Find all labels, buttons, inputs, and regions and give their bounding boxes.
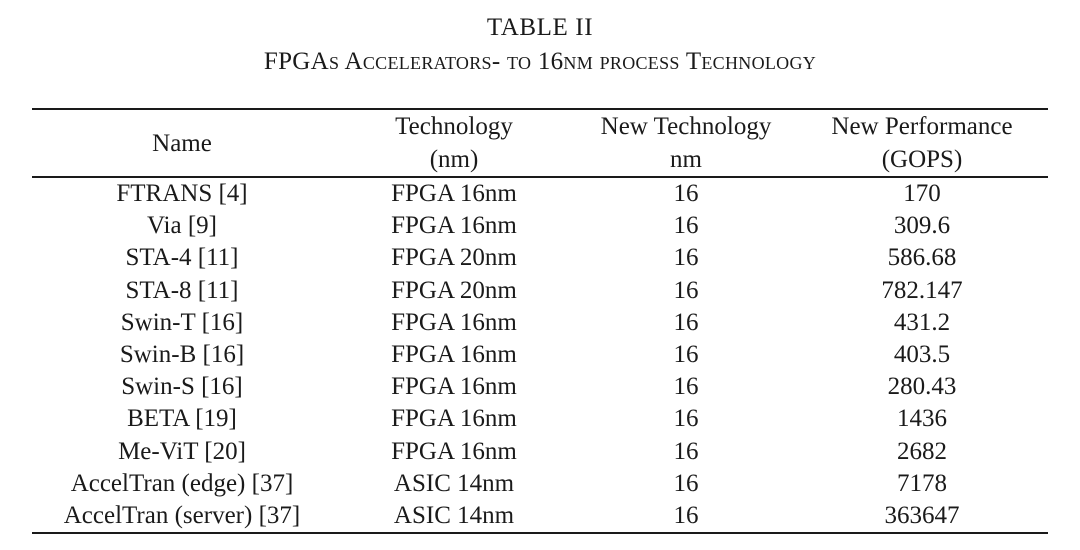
- cell-technology: ASIC 14nm: [393, 502, 515, 530]
- cell-name: Me-ViT [20]: [118, 437, 246, 465]
- cell-technology: FPGA 20nm: [391, 244, 517, 272]
- cell-new-performance: 363647: [884, 502, 960, 530]
- column-header-new-performance-line2: (GOPS): [881, 146, 963, 173]
- table-title-label: FPGAs Accelerators- to 16nm process Tech…: [263, 48, 817, 75]
- column-header-technology-line2: (nm): [429, 146, 479, 173]
- table-number-label: TABLE II: [486, 14, 594, 41]
- cell-new-technology: 16: [673, 276, 699, 304]
- cell-new-performance: 309.6: [893, 212, 951, 240]
- column-header-new-performance: New Performance (GOPS): [796, 110, 1048, 176]
- cell-name: AccelTran (edge) [37]: [70, 469, 294, 497]
- cell-new-technology: 16: [673, 244, 699, 272]
- cell-technology: FPGA 16nm: [391, 405, 517, 433]
- table-row: Via [9] FPGA 16nm 16 309.6: [32, 210, 1048, 242]
- accelerators-table: Name Technology (nm) New Technology nm N…: [32, 110, 1048, 176]
- cell-new-technology: 16: [673, 502, 699, 530]
- cell-new-technology: 16: [673, 469, 699, 497]
- table-row: AccelTran (edge) [37] ASIC 14nm 16 7178: [32, 468, 1048, 500]
- cell-name: STA-8 [11]: [125, 276, 239, 304]
- table-row: Swin-B [16] FPGA 16nm 16 403.5: [32, 339, 1048, 371]
- cell-technology: FPGA 16nm: [391, 437, 517, 465]
- column-header-technology-line1: Technology: [395, 113, 513, 140]
- table-row: AccelTran (server) [37] ASIC 14nm 16 363647: [32, 500, 1048, 532]
- cell-name: FTRANS [4]: [116, 180, 248, 207]
- cell-new-performance: 7178: [897, 469, 947, 497]
- table-container: Name Technology (nm) New Technology nm N…: [32, 108, 1048, 535]
- cell-name: AccelTran (server) [37]: [63, 502, 301, 530]
- cell-new-technology: 16: [673, 373, 699, 401]
- cell-technology: FPGA 16nm: [391, 341, 517, 369]
- cell-new-technology: 16: [673, 437, 699, 465]
- table-page: TABLE II FPGAs Accelerators- to 16nm pro…: [0, 0, 1080, 550]
- cell-new-performance: 431.2: [893, 308, 951, 336]
- cell-technology: FPGA 16nm: [391, 373, 517, 401]
- table-row: BETA [19] FPGA 16nm 16 1436: [32, 403, 1048, 435]
- table-body: FTRANS [4] FPGA 16nm 16 170 Via [9] FPGA 16nm…: [32, 178, 1048, 532]
- cell-new-technology: 16: [673, 212, 699, 240]
- cell-technology: FPGA 20nm: [391, 276, 517, 304]
- cell-name: Swin-B [16]: [119, 341, 245, 369]
- cell-name: STA-4 [11]: [125, 244, 239, 272]
- cell-new-performance: 586.68: [887, 244, 957, 272]
- column-header-new-technology-line1: New Technology: [600, 113, 772, 140]
- table-row: Swin-T [16] FPGA 16nm 16 431.2: [32, 307, 1048, 339]
- column-header-name: Name: [32, 110, 332, 176]
- cell-technology: FPGA 16nm: [391, 308, 517, 336]
- cell-new-technology: 16: [673, 405, 699, 433]
- cell-name: BETA [19]: [127, 405, 237, 433]
- table-row: FTRANS [4] FPGA 16nm 16 170: [32, 178, 1048, 210]
- column-header-technology: Technology (nm): [332, 110, 576, 176]
- cell-new-technology: 16: [673, 341, 699, 369]
- table-row: STA-8 [11] FPGA 20nm 16 782.147: [32, 275, 1048, 307]
- cell-new-technology: 16: [673, 180, 699, 207]
- column-header-name-line1: Name: [152, 129, 212, 157]
- table-header: Name Technology (nm) New Technology nm N…: [32, 110, 1048, 176]
- table-row: Swin-S [16] FPGA 16nm 16 280.43: [32, 371, 1048, 403]
- cell-name: Swin-S [16]: [121, 373, 243, 401]
- cell-technology: FPGA 16nm: [391, 180, 517, 207]
- column-header-new-technology-line2: nm: [670, 146, 702, 173]
- column-header-new-performance-line1: New Performance: [831, 113, 1013, 140]
- cell-new-performance: 403.5: [893, 341, 951, 369]
- accelerators-table-body: FTRANS [4] FPGA 16nm 16 170 Via [9] FPGA 16nm…: [32, 178, 1048, 532]
- cell-new-technology: 16: [673, 308, 699, 336]
- table-row: Me-ViT [20] FPGA 16nm 16 2682: [32, 436, 1048, 468]
- column-header-new-technology: New Technology nm: [576, 110, 796, 176]
- cell-new-performance: 782.147: [881, 276, 963, 304]
- cell-new-performance: 170: [903, 180, 941, 207]
- table-caption: TABLE II FPGAs Accelerators- to 16nm pro…: [0, 0, 1080, 78]
- cell-technology: ASIC 14nm: [393, 469, 515, 497]
- cell-technology: FPGA 16nm: [391, 212, 517, 240]
- cell-name: Swin-T [16]: [120, 308, 244, 336]
- cell-new-performance: 2682: [897, 437, 947, 465]
- cell-new-performance: 1436: [897, 405, 947, 433]
- table-bottom-rule: [32, 532, 1048, 535]
- table-header-row: Name Technology (nm) New Technology nm N…: [32, 110, 1048, 176]
- cell-new-performance: 280.43: [887, 373, 957, 401]
- cell-name: Via [9]: [147, 212, 217, 240]
- table-row: STA-4 [11] FPGA 20nm 16 586.68: [32, 242, 1048, 274]
